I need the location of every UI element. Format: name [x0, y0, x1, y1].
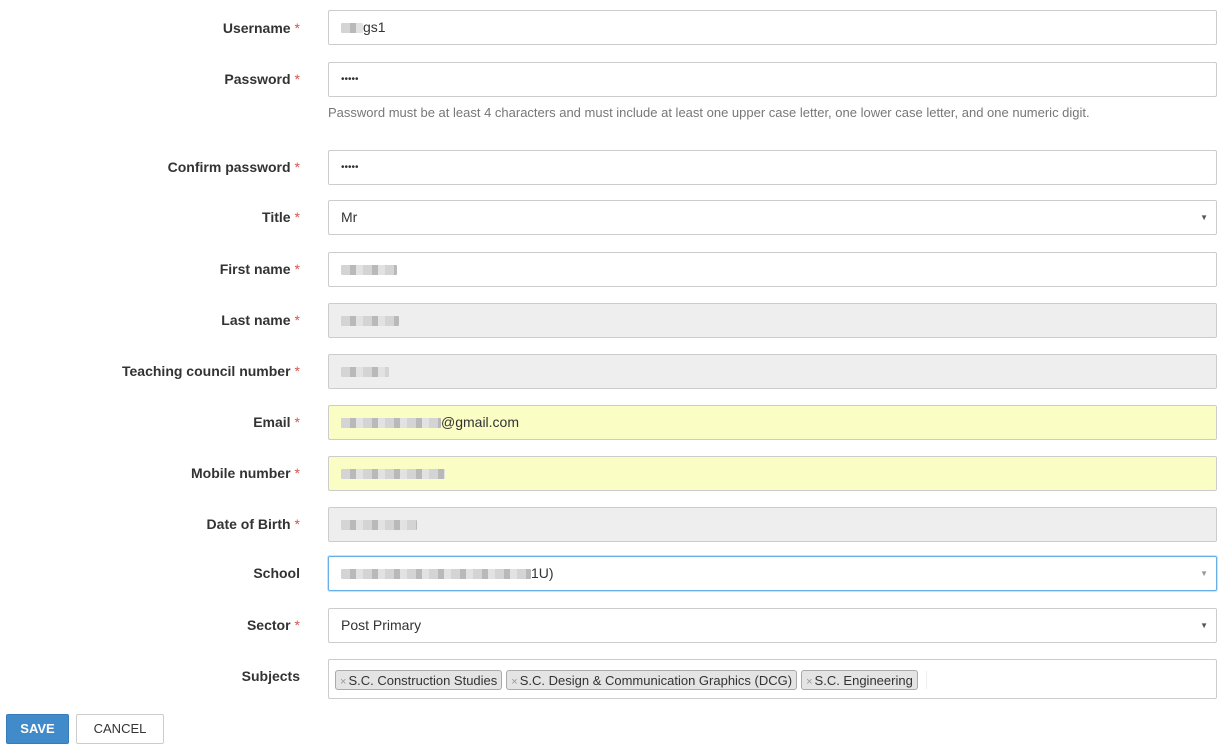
date-of-birth-label: Date of Birth *: [206, 516, 300, 532]
email-label: Email *: [253, 414, 300, 430]
text-cursor: [925, 671, 927, 690]
sector-label: Sector *: [246, 617, 300, 633]
first-name-input[interactable]: [328, 252, 1217, 287]
required-marker: *: [294, 516, 300, 532]
title-select[interactable]: Mr ▼: [328, 200, 1217, 235]
school-label: School: [253, 565, 300, 581]
last-name-input: [328, 303, 1217, 338]
redacted-text: [341, 265, 397, 276]
last-name-label: Last name *: [221, 312, 300, 328]
first-name-label: First name *: [219, 261, 300, 277]
subjects-label: Subjects: [241, 668, 300, 684]
save-button[interactable]: SAVE: [6, 714, 69, 744]
teaching-council-number-label: Teaching council number *: [122, 363, 300, 379]
required-marker: *: [294, 465, 300, 481]
redacted-text: [341, 469, 445, 480]
redacted-text: [341, 520, 417, 531]
confirm-password-input[interactable]: •••••: [328, 150, 1217, 185]
required-marker: *: [294, 20, 300, 36]
sector-select[interactable]: Post Primary ▼: [328, 608, 1217, 643]
required-marker: *: [294, 159, 300, 175]
subject-tag[interactable]: × S.C. Construction Studies: [335, 670, 503, 691]
required-marker: *: [294, 261, 300, 277]
password-input[interactable]: •••••: [328, 62, 1217, 97]
username-input[interactable]: gs1: [328, 10, 1217, 45]
confirm-password-label: Confirm password *: [167, 159, 300, 175]
redacted-text: [341, 418, 441, 429]
remove-tag-icon[interactable]: ×: [340, 676, 346, 688]
redacted-text: [341, 316, 399, 327]
required-marker: *: [294, 209, 300, 225]
subject-tag[interactable]: × S.C. Engineering: [801, 670, 918, 691]
required-marker: *: [294, 617, 300, 633]
remove-tag-icon[interactable]: ×: [806, 676, 812, 688]
redacted-text: [341, 569, 531, 580]
required-marker: *: [294, 71, 300, 87]
date-of-birth-input: [328, 507, 1217, 542]
password-help-text: Password must be at least 4 characters a…: [328, 105, 1090, 120]
teaching-council-number-input: [328, 354, 1217, 389]
subjects-multiselect[interactable]: × S.C. Construction Studies × S.C. Design &…: [328, 659, 1217, 699]
chevron-down-icon: ▼: [1200, 213, 1208, 222]
password-label: Password *: [224, 71, 300, 87]
chevron-down-icon: ▼: [1200, 569, 1208, 578]
school-select[interactable]: 1U) ▼: [328, 556, 1217, 591]
required-marker: *: [294, 414, 300, 430]
cancel-button[interactable]: CANCEL: [76, 714, 164, 744]
redacted-text: [341, 367, 389, 378]
redacted-text: [341, 23, 363, 34]
required-marker: *: [294, 363, 300, 379]
required-marker: *: [294, 312, 300, 328]
mobile-number-input[interactable]: [328, 456, 1217, 491]
mobile-number-label: Mobile number *: [190, 465, 300, 481]
remove-tag-icon[interactable]: ×: [511, 676, 517, 688]
subject-tag[interactable]: × S.C. Design & Communication Graphics (D…: [506, 670, 798, 691]
email-input[interactable]: @gmail.com: [328, 405, 1217, 440]
chevron-down-icon: ▼: [1200, 621, 1208, 630]
username-label: Username *: [222, 20, 300, 36]
title-label: Title *: [262, 209, 300, 225]
